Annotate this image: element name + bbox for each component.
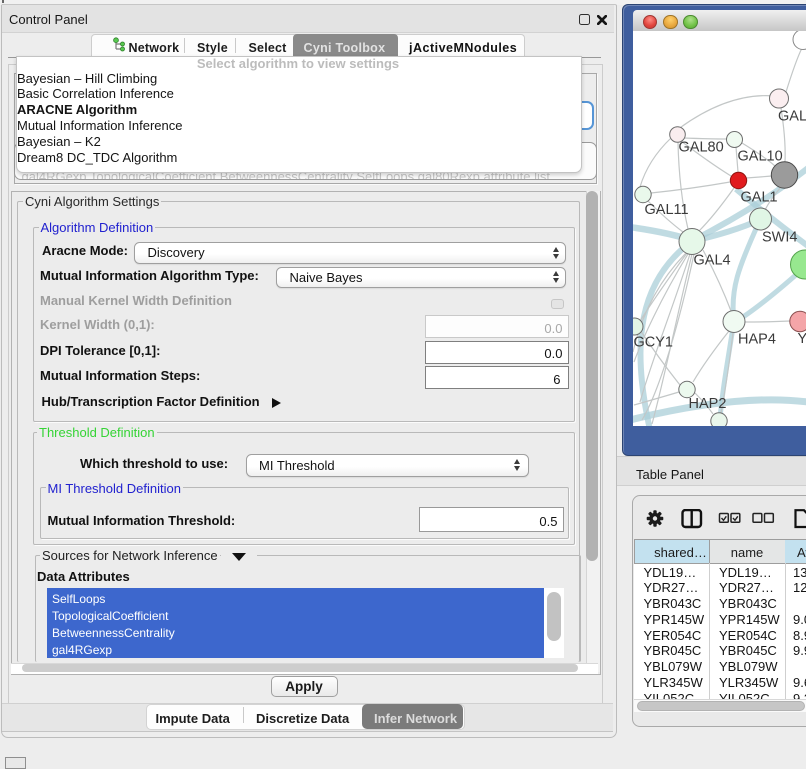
svg-text:GAL1: GAL1: [741, 190, 778, 206]
svg-text:YEL047C: YEL047C: [798, 331, 806, 347]
svg-text:GAL80: GAL80: [679, 140, 724, 156]
svg-text:GAL4: GAL4: [694, 253, 731, 269]
svg-text:GAL11: GAL11: [645, 202, 689, 218]
svg-text:SWI4: SWI4: [762, 230, 797, 246]
svg-text:GAL2: GAL2: [778, 109, 806, 125]
svg-text:HAP2: HAP2: [689, 396, 727, 412]
svg-text:GAL10: GAL10: [738, 149, 783, 165]
svg-text:GCY1: GCY1: [634, 335, 674, 351]
svg-text:HAP4: HAP4: [738, 332, 776, 348]
